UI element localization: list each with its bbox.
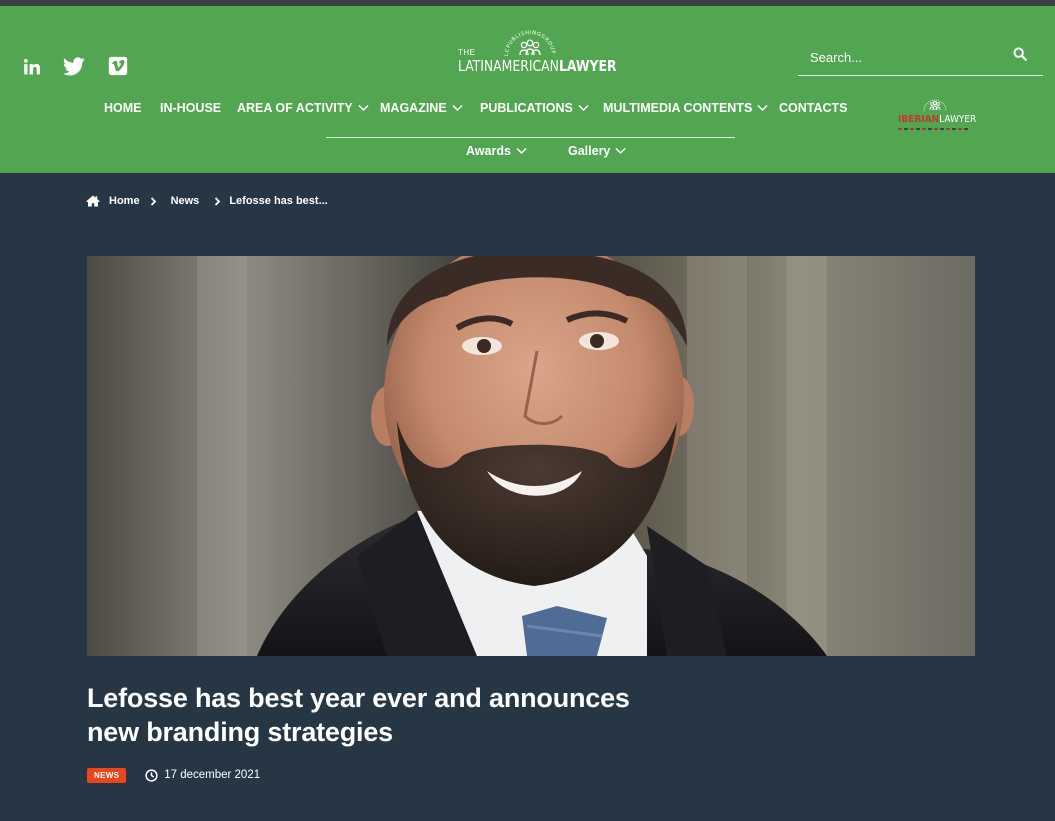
iberian-lawyer-wordmark: IBERIANLAWYER	[898, 114, 977, 125]
nav-item-magazine[interactable]: MAGAZINE	[380, 101, 463, 115]
iberian-logo-stripe	[898, 128, 968, 130]
breadcrumb-news[interactable]: News	[171, 195, 200, 207]
search-input[interactable]	[810, 47, 1000, 67]
nav-item-gallery[interactable]: Gallery	[568, 144, 626, 158]
clock-icon	[145, 768, 158, 782]
home-icon	[86, 195, 100, 207]
site-logo[interactable]: LCPUBLISHINGGROUP THE LATINAMERICANLAWYE…	[452, 28, 617, 84]
article-hero-image	[87, 256, 975, 656]
logo-the: THE	[458, 48, 476, 57]
nav-item-home[interactable]: HOME	[104, 101, 142, 115]
publishing-group-emblem: LCPUBLISHINGGROUP	[504, 30, 556, 56]
chevron-right-icon	[150, 196, 156, 206]
nav-item-contacts[interactable]: CONTACTS	[779, 101, 848, 115]
portrait-photo	[87, 256, 975, 656]
category-badge[interactable]: NEWS	[87, 767, 127, 783]
article-date: 17 december 2021	[164, 769, 261, 781]
nav-item-in-house[interactable]: IN-HOUSE	[160, 101, 221, 115]
nav-divider	[326, 137, 735, 138]
vimeo-icon[interactable]	[107, 55, 129, 77]
chevron-right-icon	[215, 196, 221, 206]
nav-item-publications[interactable]: PUBLICATIONS	[480, 101, 589, 115]
chevron-down-icon	[358, 104, 369, 112]
svg-text:LCPUBLISHINGGROUP: LCPUBLISHINGGROUP	[504, 30, 556, 56]
chevron-down-icon	[757, 104, 768, 112]
chevron-down-icon	[578, 104, 589, 112]
chevron-down-icon	[615, 147, 626, 155]
breadcrumb-home[interactable]: Home	[109, 195, 140, 207]
article-title: Lefosse has best year ever and announces…	[87, 683, 630, 747]
logo-wordmark: LATINAMERICANLAWYER	[458, 57, 617, 75]
search-icon[interactable]	[1013, 47, 1031, 65]
publishing-group-emblem	[923, 99, 947, 112]
linkedin-icon[interactable]	[20, 55, 42, 77]
site-header: LCPUBLISHINGGROUP THE LATINAMERICANLAWYE…	[0, 6, 1055, 173]
breadcrumb-current: Lefosse has best...	[229, 195, 328, 207]
chevron-down-icon	[452, 104, 463, 112]
search-bar	[798, 38, 1043, 76]
nav-item-multimedia-contents[interactable]: MULTIMEDIA CONTENTS	[603, 101, 768, 115]
article-meta: NEWS 17 december 2021	[87, 767, 260, 783]
nav-item-awards[interactable]: Awards	[466, 144, 527, 158]
chevron-down-icon	[516, 147, 527, 155]
nav-item-area-of-activity[interactable]: AREA OF ACTIVITY	[237, 101, 369, 115]
breadcrumb: Home News Lefosse has best...	[86, 194, 328, 208]
iberian-lawyer-logo[interactable]: IBERIANLAWYER	[898, 94, 976, 134]
twitter-icon[interactable]	[63, 55, 85, 77]
